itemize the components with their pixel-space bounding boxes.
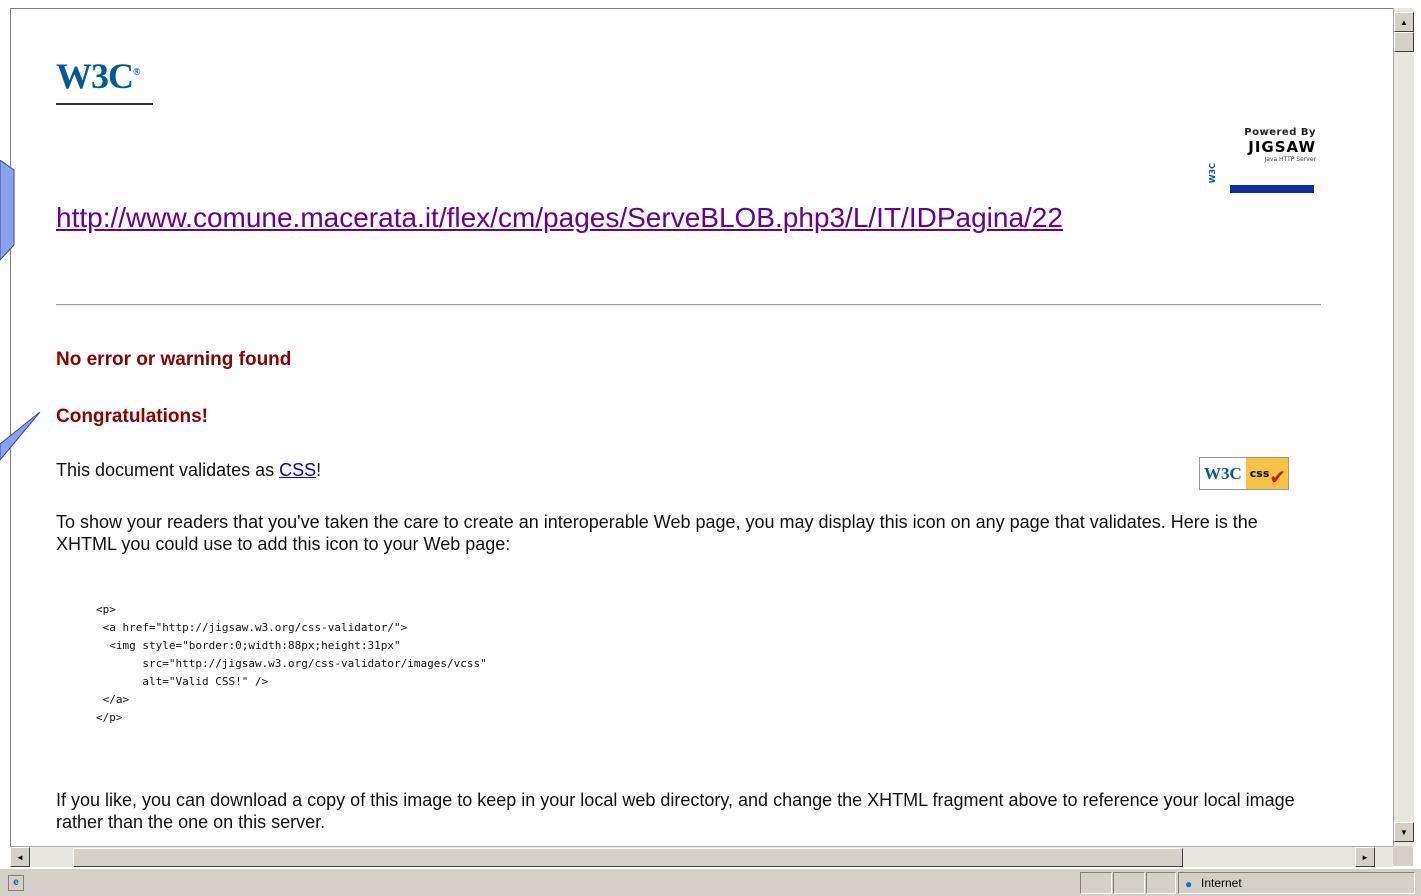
scroll-up-button[interactable]: ▲ — [1394, 12, 1414, 32]
scroll-left-button[interactable]: ◄ — [10, 847, 30, 867]
status-pane-3 — [1146, 872, 1176, 894]
globe-icon: ● — [1185, 877, 1193, 891]
jigsaw-w3c-mark: W3C — [1208, 163, 1217, 184]
badge-w3c-text: W3C — [1204, 463, 1242, 483]
validates-text: This document validates as CSS! — [56, 459, 321, 481]
badge-css-label: css — [1249, 467, 1270, 480]
divider — [56, 304, 1321, 306]
checkmark-icon: ✔ — [1269, 465, 1286, 489]
vertical-scroll-thumb[interactable] — [1394, 32, 1414, 52]
horizontal-scroll-thumb[interactable] — [73, 848, 1183, 867]
zone-label: Internet — [1201, 876, 1242, 890]
status-pane-2 — [1113, 872, 1145, 894]
callout-top-shape — [0, 160, 15, 261]
no-error-heading: No error or warning found — [56, 349, 292, 370]
powered-by-label: Powered By — [1244, 127, 1316, 138]
css-link[interactable]: CSS — [279, 460, 316, 480]
callout-pointer-shape — [0, 411, 41, 461]
scrollbar-corner — [1393, 846, 1413, 866]
jigsaw-label: JIGSAW — [1248, 138, 1316, 156]
horizontal-scrollbar[interactable]: ◄ ► — [10, 846, 1393, 867]
vertical-scrollbar[interactable]: ▲ ▼ — [1393, 8, 1414, 846]
validates-prefix: This document validates as — [56, 460, 280, 480]
ie-page-icon: e — [8, 875, 24, 891]
status-pane-1 — [1080, 872, 1112, 894]
jigsaw-sublabel: Java HTTP Server — [1264, 156, 1316, 163]
w3c-logo[interactable]: W3C® — [56, 55, 153, 105]
status-bar: e ● Internet — [0, 868, 1421, 896]
xhtml-code-snippet: <p> <a href="http://jigsaw.w3.org/css-va… — [96, 603, 487, 724]
validated-url-link[interactable]: http://www.comune.macerata.it/flex/cm/pa… — [56, 202, 1063, 234]
browser-window: W3C® Powered By JIGSAW Java HTTP Server … — [0, 0, 1421, 896]
show-readers-paragraph: To show your readers that you've taken t… — [56, 512, 1258, 554]
scroll-right-button[interactable]: ► — [1355, 847, 1375, 867]
congratulations-heading: Congratulations! — [56, 406, 208, 427]
valid-css-badge[interactable]: W3C css ✔ — [1199, 457, 1289, 490]
jigsaw-bar — [1230, 185, 1314, 193]
w3c-logo-text: W3C — [56, 56, 134, 96]
security-zone-pane: ● Internet — [1178, 872, 1415, 894]
page-viewport: W3C® Powered By JIGSAW Java HTTP Server … — [10, 8, 1394, 847]
powered-by-jigsaw-logo[interactable]: Powered By JIGSAW Java HTTP Server W3C — [1194, 127, 1316, 195]
download-note-paragraph: If you like, you can download a copy of … — [56, 790, 1295, 832]
badge-css-text: css ✔ — [1245, 458, 1288, 489]
validates-suffix: ! — [316, 460, 322, 480]
registered-mark: ® — [133, 67, 141, 78]
callout-shape — [0, 160, 41, 461]
scroll-down-button[interactable]: ▼ — [1394, 822, 1414, 842]
